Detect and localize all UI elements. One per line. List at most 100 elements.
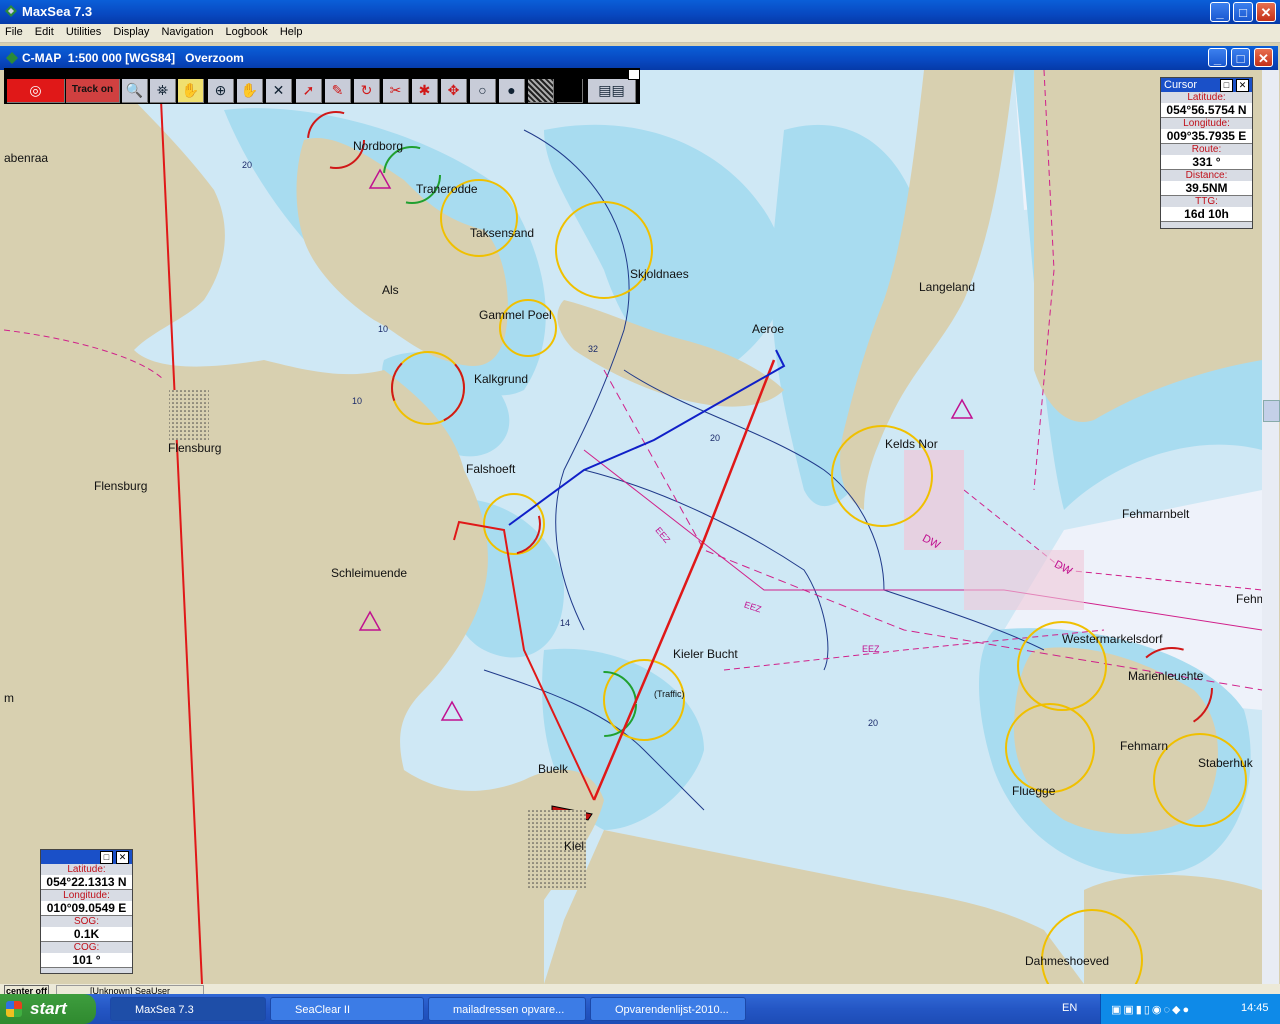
depth-20c: 20 <box>242 160 253 170</box>
start-button[interactable]: start <box>0 994 96 1024</box>
label-eez-2: EEZ <box>862 644 880 654</box>
app-title: MaxSea 7.3 <box>22 4 93 19</box>
boat-sog-value: 0.1K <box>41 927 132 941</box>
cursor-longitude-label: Longitude: <box>1183 118 1230 129</box>
system-tray: ▣▣▮▯◉◌◆● 14:45 <box>1100 994 1280 1024</box>
label-westermarkelsdorf: Westermarkelsdorf <box>1062 632 1163 646</box>
maximize-button[interactable]: □ <box>1233 2 1253 22</box>
pointer-icon[interactable]: ➚ <box>296 79 322 103</box>
chart-window-titlebar: C-MAP 1:500 000 [WGS84] Overzoom _ □ ✕ <box>0 46 1278 70</box>
menu-utilities[interactable]: Utilities <box>61 24 105 38</box>
label-skjoldnaes: Skjoldnaes <box>630 267 689 281</box>
menu-bar: File Edit Utilities Display Navigation L… <box>0 24 1280 43</box>
label-staberhuk: Staberhuk <box>1198 756 1253 770</box>
cursor-panel-restore-icon[interactable]: □ <box>1220 79 1233 92</box>
cursor-ttg-value: 16d 10h <box>1161 207 1252 221</box>
boat-sog-label: SOG: <box>73 916 99 927</box>
chart-close-button[interactable]: ✕ <box>1254 48 1273 67</box>
cursor-panel-close-icon[interactable]: ✕ <box>1236 79 1249 92</box>
hatch-icon[interactable] <box>528 79 554 103</box>
label-schleimuende: Schleimuende <box>331 566 408 580</box>
depth-10: 10 <box>352 396 363 406</box>
menu-help[interactable]: Help <box>275 24 307 38</box>
label-fehmarn: Fehmarn <box>1120 739 1169 753</box>
chart-canvas <box>4 70 1262 984</box>
label-tranerodde: Tranerodde <box>416 182 478 196</box>
track-toggle-button[interactable]: Track on <box>66 79 120 103</box>
cursor-longitude-value: 009°35.7935 E <box>1161 129 1252 143</box>
tray-icons[interactable]: ▣▣▮▯◉◌◆● <box>1111 1003 1221 1016</box>
scrollbar-thumb[interactable] <box>1263 400 1280 422</box>
label-kiel: Kiel <box>564 839 585 853</box>
menu-logbook[interactable]: Logbook <box>221 24 272 38</box>
black-swatch-icon[interactable] <box>557 79 583 103</box>
boat-panel-close-icon[interactable]: ✕ <box>116 851 129 864</box>
chart-window-title: C-MAP 1:500 000 [WGS84] Overzoom <box>22 51 244 65</box>
windows-taskbar: start MaxSea 7.3 SeaClear II mailadresse… <box>0 994 1280 1024</box>
compass-icon[interactable]: ✕ <box>266 79 292 103</box>
chart-maximize-button[interactable]: □ <box>1231 48 1250 67</box>
route-point-icon[interactable]: ⛯ <box>150 79 176 103</box>
cursor-distance-value: 39.5NM <box>1161 181 1252 195</box>
task-mailadressen[interactable]: mailadressen opvare... <box>428 997 586 1021</box>
cursor-ttg-label: TTG: <box>1195 196 1218 207</box>
close-button[interactable]: ✕ <box>1256 2 1276 22</box>
clock: 14:45 <box>1241 1002 1269 1014</box>
label-traffic: (Traffic) <box>654 689 685 699</box>
menu-edit[interactable]: Edit <box>30 24 58 38</box>
boat-panel-restore-icon[interactable]: □ <box>100 851 113 864</box>
label-falshoeft: Falshoeft <box>466 462 516 476</box>
task-seaclear[interactable]: SeaClear II <box>270 997 424 1021</box>
task-maxsea[interactable]: MaxSea 7.3 <box>110 997 266 1021</box>
label-dahmeshoeved: Dahmeshoeved <box>1025 954 1110 968</box>
pencil-icon[interactable]: ✎ <box>325 79 351 103</box>
cursor-distance-label: Distance: <box>1185 170 1228 181</box>
rotate-icon[interactable]: ↻ <box>354 79 380 103</box>
cursor-route-value: 331 ° <box>1161 155 1252 169</box>
label-fluegge: Fluegge <box>1012 784 1056 798</box>
spider-icon[interactable]: ✱ <box>412 79 438 103</box>
cursor-latitude-value: 054°56.5754 N <box>1161 103 1252 117</box>
cursor-route-label: Route: <box>1191 144 1222 155</box>
label-als: Als <box>382 283 399 297</box>
layers-icon[interactable]: ▤▤ <box>588 79 636 103</box>
boat-cog-label: COG: <box>73 942 100 953</box>
pan-icon[interactable]: ✋ <box>237 79 263 103</box>
label-kieler-bucht: Kieler Bucht <box>673 647 738 661</box>
label-langeland: Langeland <box>919 280 976 294</box>
label-fehmarnbelt: Fehmarnbelt <box>1122 507 1190 521</box>
toolbar-restore-icon[interactable] <box>628 69 640 80</box>
boat-latitude-value: 054°22.1313 N <box>41 875 132 889</box>
label-kalkgrund: Kalkgrund <box>474 372 529 386</box>
task-opvarendenlijst[interactable]: Opvarendenlijst-2010... <box>590 997 746 1021</box>
language-indicator[interactable]: EN <box>1062 1002 1077 1014</box>
windows-logo-icon <box>6 1001 22 1017</box>
filled-circle-icon[interactable]: ● <box>499 79 525 103</box>
boat-longitude-value: 010°09.0549 E <box>41 901 132 915</box>
chart-toolbar: ◎ Track on 🔍 ⛯ ✋ ⊕ ✋ ✕ ➚ ✎ ↻ ✂ ✱ ✥ ○ ● ▤… <box>4 68 640 104</box>
maxsea-app-icon <box>5 5 17 17</box>
menu-display[interactable]: Display <box>108 24 153 38</box>
move-icon[interactable]: ✥ <box>441 79 467 103</box>
scissors-icon[interactable]: ✂ <box>383 79 409 103</box>
label-m: m <box>4 691 14 705</box>
alarm-icon[interactable]: ◎ <box>7 79 65 103</box>
cursor-panel: Cursor □ ✕ Latitude: 054°56.5754 N Longit… <box>1160 77 1253 229</box>
target-icon[interactable]: ⊕ <box>208 79 234 103</box>
menu-navigation[interactable]: Navigation <box>156 24 217 38</box>
label-marienleuchte: Marienleuchte <box>1128 669 1204 683</box>
nautical-chart[interactable]: abenraa Nordborg Tranerodde Taksensand A… <box>4 70 1262 984</box>
chart-vertical-scrollbar[interactable] <box>1262 70 1280 984</box>
circle-icon[interactable]: ○ <box>470 79 496 103</box>
boat-cog-value: 101 ° <box>41 953 132 967</box>
zoom-icon[interactable]: 🔍 <box>122 79 148 103</box>
menu-file[interactable]: File <box>0 24 27 38</box>
depth-20: 20 <box>868 718 879 728</box>
label-fehm: Fehm <box>1236 592 1262 606</box>
boat-latitude-label: Latitude: <box>67 864 106 875</box>
chart-minimize-button[interactable]: _ <box>1208 48 1227 67</box>
minimize-button[interactable]: _ <box>1210 2 1230 22</box>
depth-10b: 10 <box>378 324 389 334</box>
hand-icon[interactable]: ✋ <box>178 79 204 103</box>
label-flensburg-1: Flensburg <box>168 441 222 455</box>
